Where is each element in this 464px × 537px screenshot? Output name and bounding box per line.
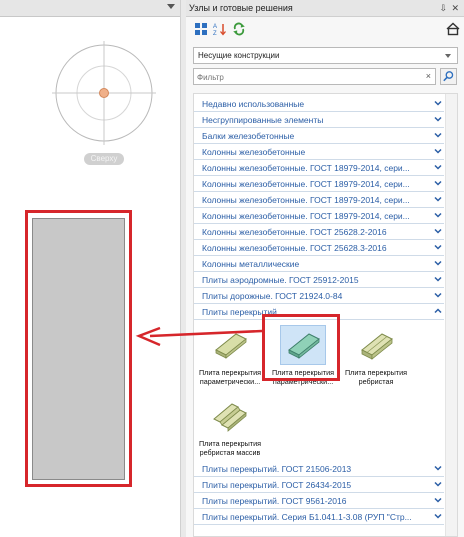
category-item[interactable]: Плиты дорожные. ГОСТ 21924.0-84 [194, 288, 444, 304]
chevron-down-icon[interactable] [434, 243, 442, 251]
close-icon[interactable]: ✕ [451, 3, 459, 13]
category-label: Колонны железобетонные. ГОСТ 25628.3-201… [202, 243, 387, 253]
view-label[interactable]: Сверху [84, 153, 124, 165]
filter-input[interactable] [197, 71, 417, 83]
chevron-down-icon [445, 54, 451, 58]
chevron-down-icon[interactable] [434, 99, 442, 107]
category-item[interactable]: Плиты перекрытий. ГОСТ 9561-2016 [194, 493, 444, 509]
category-label: Недавно использованные [202, 99, 305, 109]
category-item[interactable]: Колонны железобетонные [194, 144, 444, 160]
category-item[interactable]: Плиты перекрытий. ГОСТ 21506-2013 [194, 461, 444, 477]
category-label: Колонны железобетонные [202, 147, 306, 157]
category-item[interactable]: Колонны железобетонные. ГОСТ 18979-2014,… [194, 208, 444, 224]
chevron-down-icon[interactable] [434, 480, 442, 488]
category-label: Колонны железобетонные. ГОСТ 18979-2014,… [202, 195, 410, 205]
chevron-down-icon[interactable] [434, 131, 442, 139]
list-scrollbar[interactable] [445, 94, 457, 536]
category-item[interactable]: Колонны железобетонные. ГОСТ 18979-2014,… [194, 160, 444, 176]
category-label: Колонны железобетонные. ГОСТ 18979-2014,… [202, 163, 410, 173]
chevron-down-icon[interactable] [434, 512, 442, 520]
item-caption: Плита перекрытия ребристая массив [194, 439, 266, 457]
category-item[interactable]: Колонны железобетонные. ГОСТ 18979-2014,… [194, 192, 444, 208]
filter-field[interactable]: × [193, 68, 436, 85]
chevron-down-icon[interactable] [434, 275, 442, 283]
chevron-down-icon[interactable] [434, 496, 442, 504]
app-window: Сверху Узлы и готовые решения ⇩ ✕ A Z Не… [0, 0, 464, 537]
ribbed-slab-array-thumbnail-icon [213, 403, 247, 432]
item-caption-line-1: Плита перекрытия [199, 368, 261, 377]
svg-text:Z: Z [213, 31, 217, 36]
item-caption-line-2: ребристая массив [199, 448, 261, 457]
category-item[interactable]: Плиты аэродромные. ГОСТ 25912-2015 [194, 272, 444, 288]
chevron-up-icon[interactable] [434, 307, 442, 315]
category-label: Колонны железобетонные. ГОСТ 18979-2014,… [202, 211, 410, 221]
category-item[interactable]: Плиты перекрытий. Серия Б1.041.1-3.08 (Р… [194, 509, 444, 525]
panel-title: Узлы и готовые решения [189, 3, 293, 13]
chevron-down-icon[interactable] [434, 227, 442, 235]
category-select-value: Несущие конструкции [198, 51, 280, 60]
category-label: Плиты аэродромные. ГОСТ 25912-2015 [202, 275, 359, 285]
search-icon[interactable] [440, 68, 457, 85]
home-icon[interactable] [446, 22, 460, 36]
category-label: Плиты перекрытий. Серия Б1.041.1-3.08 (Р… [202, 512, 412, 522]
view-cube-compass[interactable] [20, 20, 190, 160]
category-item[interactable]: Балки железобетонные [194, 128, 444, 144]
panel-toolbar: A Z [186, 17, 464, 43]
category-label: Колонны железобетонные. ГОСТ 18979-2014,… [202, 179, 410, 189]
panel-title-bar: Узлы и готовые решения ⇩ ✕ [186, 0, 464, 17]
highlighted-slab-preview [25, 210, 132, 487]
chevron-down-icon[interactable] [434, 195, 442, 203]
svg-text:A: A [213, 24, 217, 30]
solution-item[interactable]: Плита перекрытия параметрически... [194, 326, 266, 396]
pin-icon[interactable]: ⇩ [439, 3, 447, 13]
slab-plan-shape[interactable] [32, 218, 125, 480]
chevron-down-icon[interactable] [434, 115, 442, 123]
sort-az-icon[interactable]: A Z [213, 22, 227, 36]
item-caption-line-2: параметрически... [199, 377, 261, 386]
category-label: Колонны металлические [202, 259, 300, 269]
compass-center-icon[interactable] [99, 88, 109, 98]
grid-view-icon[interactable] [194, 22, 208, 36]
ribbed-slab-thumbnail-icon [361, 333, 393, 360]
category-label: Несгруппированные элементы [202, 115, 324, 125]
viewport-dropdown-icon[interactable] [167, 4, 175, 9]
solution-item[interactable]: Плита перекрытия ребристая [340, 326, 412, 396]
item-caption-line-1: Плита перекрытия [199, 439, 261, 448]
category-item[interactable]: Несгруппированные элементы [194, 112, 444, 128]
category-label: Колонны железобетонные. ГОСТ 25628.2-201… [202, 227, 387, 237]
chevron-down-icon[interactable] [434, 464, 442, 472]
chevron-down-icon[interactable] [434, 163, 442, 171]
category-label: Плиты перекрытий. ГОСТ 21506-2013 [202, 464, 352, 474]
category-item[interactable]: Недавно использованные [194, 96, 444, 112]
item-caption-line-2: ребристая [358, 377, 394, 386]
solution-item[interactable]: Плита перекрытия ребристая массив [194, 397, 266, 467]
chevron-down-icon[interactable] [434, 179, 442, 187]
nodes-solutions-panel: Узлы и готовые решения ⇩ ✕ A Z Несущие к… [186, 0, 464, 537]
item-caption: Плита перекрытия параметрически... [194, 368, 266, 386]
viewport-header [0, 0, 180, 17]
refresh-icon[interactable] [232, 22, 246, 36]
chevron-down-icon[interactable] [434, 291, 442, 299]
clear-filter-icon[interactable]: × [426, 71, 431, 81]
selected-item-highlight-box [262, 314, 340, 381]
category-label: Балки железобетонные [202, 131, 295, 141]
item-caption: Плита перекрытия ребристая [340, 368, 412, 386]
chevron-down-icon[interactable] [434, 211, 442, 219]
chevron-down-icon[interactable] [434, 147, 442, 155]
category-label: Плиты дорожные. ГОСТ 21924.0-84 [202, 291, 343, 301]
viewport-pane[interactable]: Сверху [0, 0, 180, 537]
category-select[interactable]: Несущие конструкции [193, 47, 458, 64]
chevron-down-icon[interactable] [434, 259, 442, 267]
category-item[interactable]: Плиты перекрытий. ГОСТ 26434-2015 [194, 477, 444, 493]
slab-thumbnail-icon [215, 333, 247, 359]
category-item[interactable]: Колонны железобетонные. ГОСТ 25628.2-201… [194, 224, 444, 240]
category-item[interactable]: Колонны металлические [194, 256, 444, 272]
item-caption-line-1: Плита перекрытия [345, 368, 407, 377]
category-label: Плиты перекрытий. ГОСТ 26434-2015 [202, 480, 352, 490]
category-item[interactable]: Колонны железобетонные. ГОСТ 18979-2014,… [194, 176, 444, 192]
category-label: Плиты перекрытий. ГОСТ 9561-2016 [202, 496, 347, 506]
category-item[interactable]: Колонны железобетонные. ГОСТ 25628.3-201… [194, 240, 444, 256]
